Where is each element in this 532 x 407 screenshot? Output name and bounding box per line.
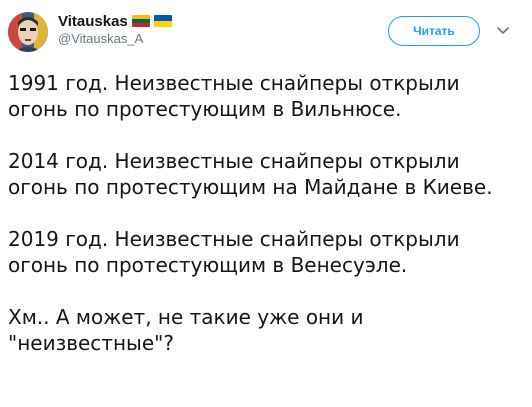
tweet-paragraph: 2014 год. Неизвестные снайперы открыли о… — [8, 149, 493, 199]
author-handle[interactable]: @Vitauskas_A — [58, 31, 143, 46]
author-display-name[interactable]: Vitauskas — [58, 13, 128, 30]
chevron-down-icon[interactable] — [496, 24, 510, 38]
tweet-paragraph: 1991 год. Неизвестные снайперы открыли о… — [8, 71, 460, 121]
tweet-paragraph: Хм.. А может, не такие уже они и "неизве… — [8, 305, 364, 355]
tweet-paragraph: 2019 год. Неизвестные снайперы открыли о… — [8, 227, 460, 277]
tweet-card: Vitauskas @Vitauskas_A Читать 1991 год. … — [0, 0, 532, 407]
avatar-portrait-icon — [8, 12, 48, 52]
author-name-row: Vitauskas — [58, 11, 172, 31]
follow-button[interactable]: Читать — [388, 16, 480, 46]
ukraine-flag-icon — [153, 15, 172, 27]
avatar[interactable] — [8, 12, 48, 52]
tweet-text: 1991 год. Неизвестные снайперы открыли о… — [8, 70, 513, 356]
lithuania-flag-icon — [131, 15, 150, 27]
